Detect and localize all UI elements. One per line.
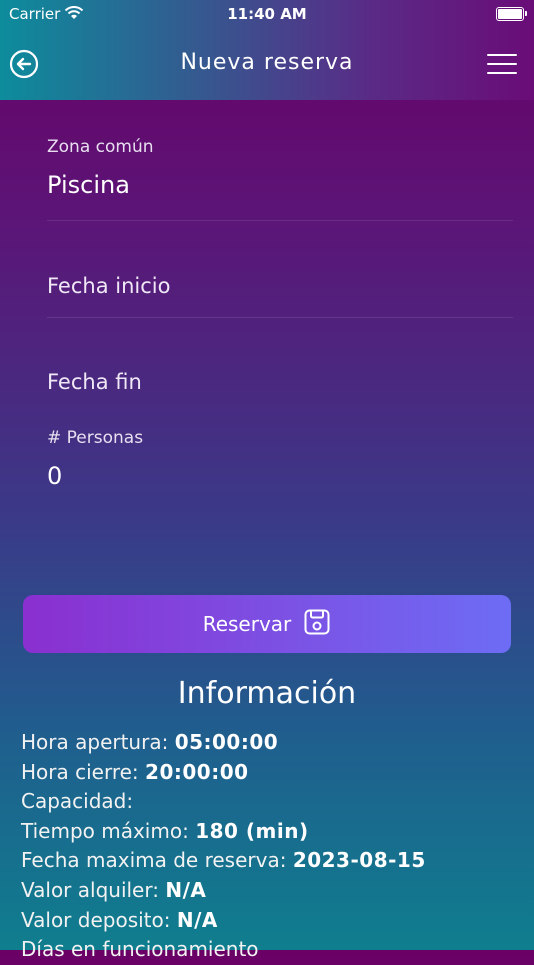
fecha-inicio-placeholder: Fecha inicio: [47, 274, 171, 298]
zona-comun-label: Zona común: [47, 137, 154, 157]
status-time: 11:40 AM: [227, 5, 307, 23]
personas-label: # Personas: [47, 428, 144, 448]
floppy-disk-icon: [303, 608, 331, 641]
zona-comun-field[interactable]: Zona común Piscina: [47, 137, 513, 221]
info-label: Días en funcionamiento: [21, 937, 259, 962]
divider: [47, 220, 513, 221]
fecha-fin-placeholder: Fecha fin: [47, 370, 142, 394]
info-label: Capacidad:: [21, 789, 134, 814]
personas-value[interactable]: 0: [47, 462, 513, 490]
info-value: 20:00:00: [145, 759, 249, 784]
info-value: N/A: [176, 907, 218, 932]
info-label: Fecha maxima de reserva:: [21, 848, 287, 873]
battery-icon: [496, 7, 527, 21]
divider: [47, 317, 513, 318]
info-row-valor-deposito: Valor deposito: N/A: [21, 906, 426, 936]
info-label: Hora apertura:: [21, 730, 169, 754]
info-value: 180 (min): [195, 818, 309, 843]
info-value: N/A: [165, 877, 207, 902]
fecha-fin-field[interactable]: Fecha fin: [47, 370, 513, 410]
info-title: Información: [177, 676, 357, 711]
info-row-tiempo-maximo: Tiempo máximo: 180 (min): [21, 817, 426, 847]
status-bar: Carrier 11:40 AM: [0, 0, 534, 28]
info-row-capacidad: Capacidad:: [21, 787, 426, 817]
hamburger-menu-icon[interactable]: [487, 54, 517, 74]
info-row-fecha-maxima: Fecha maxima de reserva: 2023-08-15: [21, 846, 426, 876]
info-row-hora-apertura: Hora apertura: 05:00:00: [21, 728, 426, 758]
page-title: Nueva reserva: [180, 50, 354, 75]
reservar-button[interactable]: Reservar: [23, 595, 511, 653]
personas-field[interactable]: # Personas 0: [47, 428, 513, 508]
info-label: Valor alquiler:: [21, 877, 159, 902]
info-list: Hora apertura: 05:00:00 Hora cierre: 20:…: [21, 728, 426, 965]
info-label: Hora cierre:: [21, 759, 139, 784]
info-label: Tiempo máximo:: [21, 818, 189, 843]
info-value: 2023-08-15: [292, 848, 426, 873]
info-value: 05:00:00: [174, 730, 279, 754]
info-row-valor-alquiler: Valor alquiler: N/A: [21, 876, 426, 906]
fecha-inicio-field[interactable]: Fecha inicio: [47, 274, 513, 318]
info-row-hora-cierre: Hora cierre: 20:00:00: [21, 758, 426, 788]
reservar-button-label: Reservar: [202, 612, 292, 636]
info-label: Valor deposito:: [21, 907, 171, 932]
zona-comun-value: Piscina: [47, 171, 130, 199]
